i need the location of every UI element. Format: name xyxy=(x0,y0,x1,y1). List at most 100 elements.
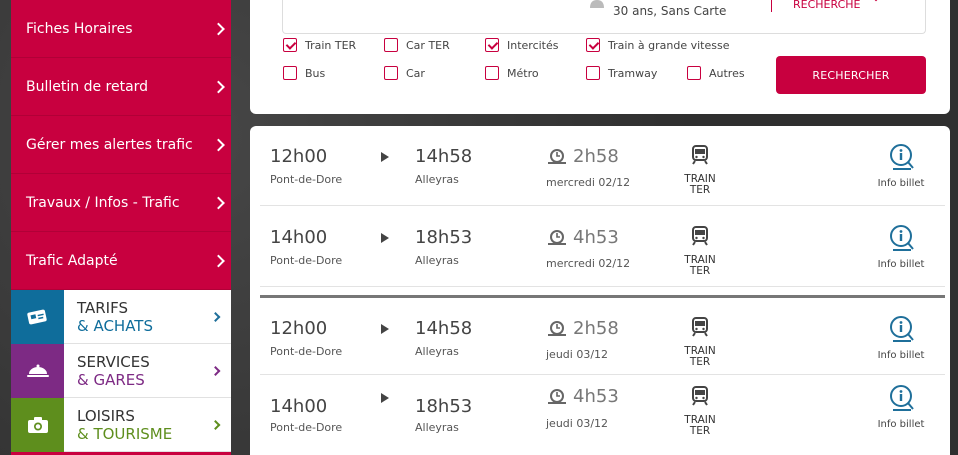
category-subtitle: & TOURISME xyxy=(77,425,173,443)
chevron-right-icon xyxy=(212,254,225,267)
chevron-down-icon[interactable] xyxy=(871,0,881,2)
train-icon xyxy=(692,317,708,337)
trip-duration: 4h53 xyxy=(573,227,619,248)
sidebar-item-fiches-horaires[interactable]: Fiches Horaires xyxy=(11,0,231,58)
checkbox-box[interactable] xyxy=(586,38,600,52)
chevron-right-icon xyxy=(212,80,225,93)
sidebar-item-travaux-infos[interactable]: Travaux / Infos - Trafic xyxy=(11,174,231,232)
arrival-station: Alleyras xyxy=(415,254,459,267)
clock-icon xyxy=(548,230,566,245)
checkbox-tramway[interactable]: Tramway xyxy=(586,66,657,80)
sidebar-item-trafic-adapte[interactable]: Trafic Adapté xyxy=(11,232,231,290)
ticket-info-link[interactable]: Info billet xyxy=(870,178,932,189)
chevron-right-icon xyxy=(210,365,221,376)
checkbox-box[interactable] xyxy=(485,38,499,52)
passenger-selector[interactable]: 30 ans, Sans Carte RECHERCHE xyxy=(282,0,926,34)
checkbox-label: Intercités xyxy=(507,38,559,52)
departure-time: 14h00 xyxy=(270,396,328,417)
checkbox-label: Bus xyxy=(305,66,326,80)
ticket-info-icon[interactable] xyxy=(889,144,915,170)
departure-time: 12h00 xyxy=(270,318,328,339)
arrival-time: 14h58 xyxy=(415,146,473,167)
departure-time: 12h00 xyxy=(270,146,328,167)
recherche-toggle-label[interactable]: RECHERCHE xyxy=(793,0,861,11)
service-icon xyxy=(11,344,64,398)
chevron-right-icon xyxy=(212,138,225,151)
category-text: SERVICES & GARES xyxy=(64,344,150,397)
divider xyxy=(771,0,772,12)
checkbox-bus[interactable]: Bus xyxy=(283,66,325,80)
ticket-info-link[interactable]: Info billet xyxy=(870,259,932,270)
results-list: 12h00 Pont-de-Dore 14h58 Alleyras 2h58 m… xyxy=(250,126,950,455)
trip-duration: 2h58 xyxy=(573,318,619,339)
checkbox-box[interactable] xyxy=(283,66,297,80)
train-icon xyxy=(692,226,708,246)
search-panel: 30 ans, Sans Carte RECHERCHE Train TER C… xyxy=(250,0,950,114)
arrival-station: Alleyras xyxy=(415,345,459,358)
sidebar: Fiches Horaires Bulletin de retard Gérer… xyxy=(11,0,231,455)
checkbox-label: Train TER xyxy=(305,38,357,52)
arrow-right-icon xyxy=(381,152,389,162)
checkbox-car-ter[interactable]: Car TER xyxy=(384,38,450,52)
checkbox-intercites[interactable]: Intercités xyxy=(485,38,559,52)
person-icon xyxy=(590,0,604,8)
transport-mode-line2: TER xyxy=(689,425,711,437)
result-row[interactable]: 12h00 Pont-de-Dore 14h58 Alleyras 2h58 j… xyxy=(260,295,945,375)
arrival-time: 18h53 xyxy=(415,396,473,417)
checkbox-label: Car xyxy=(406,66,425,80)
departure-time: 14h00 xyxy=(270,227,328,248)
category-subtitle: & ACHATS xyxy=(77,317,153,335)
chevron-right-icon xyxy=(210,419,221,430)
checkbox-box[interactable] xyxy=(687,66,701,80)
sidebar-item-label: Trafic Adapté xyxy=(26,252,118,269)
category-subtitle: & GARES xyxy=(77,371,145,389)
sidebar-item-label: Gérer mes alertes trafic xyxy=(26,136,193,153)
checkbox-box[interactable] xyxy=(586,66,600,80)
result-row[interactable]: 14h00 Pont-de-Dore 18h53 Alleyras 4h53 j… xyxy=(260,377,945,455)
result-row[interactable]: 12h00 Pont-de-Dore 14h58 Alleyras 2h58 m… xyxy=(260,126,945,206)
checkbox-label: Car TER xyxy=(406,38,450,52)
category-tarifs-achats[interactable]: TARIFS & ACHATS xyxy=(11,290,231,344)
chevron-right-icon xyxy=(212,196,225,209)
transport-mode: TRAIN TER xyxy=(670,255,730,277)
card-icon xyxy=(11,290,64,344)
checkbox-train-ter[interactable]: Train TER xyxy=(283,38,356,52)
arrival-station: Alleyras xyxy=(415,173,459,186)
train-icon xyxy=(692,386,708,406)
checkbox-box[interactable] xyxy=(384,66,398,80)
transport-mode-line2: TER xyxy=(689,356,711,368)
category-loisirs-tourisme[interactable]: LOISIRS & TOURISME xyxy=(11,398,231,452)
checkbox-box[interactable] xyxy=(283,38,297,52)
chevron-right-icon xyxy=(212,22,225,35)
departure-station: Pont-de-Dore xyxy=(270,345,343,358)
arrow-right-icon xyxy=(381,393,389,403)
arrow-right-icon xyxy=(381,324,389,334)
sidebar-item-label: Fiches Horaires xyxy=(26,20,133,37)
sidebar-item-alertes-trafic[interactable]: Gérer mes alertes trafic xyxy=(11,116,231,174)
rechercher-button[interactable]: RECHERCHER xyxy=(776,56,926,94)
checkbox-box[interactable] xyxy=(485,66,499,80)
category-services-gares[interactable]: SERVICES & GARES xyxy=(11,344,231,398)
trip-date: jeudi 03/12 xyxy=(546,417,609,430)
checkbox-label: Tramway xyxy=(608,66,658,80)
clock-icon xyxy=(548,321,566,336)
arrival-time: 18h53 xyxy=(415,227,473,248)
category-title: SERVICES xyxy=(77,353,150,371)
ticket-info-link[interactable]: Info billet xyxy=(870,350,932,361)
ticket-info-link[interactable]: Info billet xyxy=(870,419,932,430)
ticket-info-icon[interactable] xyxy=(889,316,915,342)
ticket-info-icon[interactable] xyxy=(889,225,915,251)
checkbox-train-grande-vitesse[interactable]: Train à grande vitesse xyxy=(586,38,729,52)
clock-icon xyxy=(548,389,566,404)
checkbox-metro[interactable]: Métro xyxy=(485,66,539,80)
sidebar-item-bulletin-retard[interactable]: Bulletin de retard xyxy=(11,58,231,116)
checkbox-box[interactable] xyxy=(384,38,398,52)
sidebar-item-label: Bulletin de retard xyxy=(26,78,149,95)
checkbox-car[interactable]: Car xyxy=(384,66,425,80)
checkbox-autres[interactable]: Autres xyxy=(687,66,745,80)
camera-icon xyxy=(11,398,64,452)
ticket-info-icon[interactable] xyxy=(889,385,915,411)
result-row[interactable]: 14h00 Pont-de-Dore 18h53 Alleyras 4h53 m… xyxy=(260,207,945,287)
sidebar-item-label: Travaux / Infos - Trafic xyxy=(26,194,180,211)
checkbox-label: Train à grande vitesse xyxy=(608,38,730,52)
